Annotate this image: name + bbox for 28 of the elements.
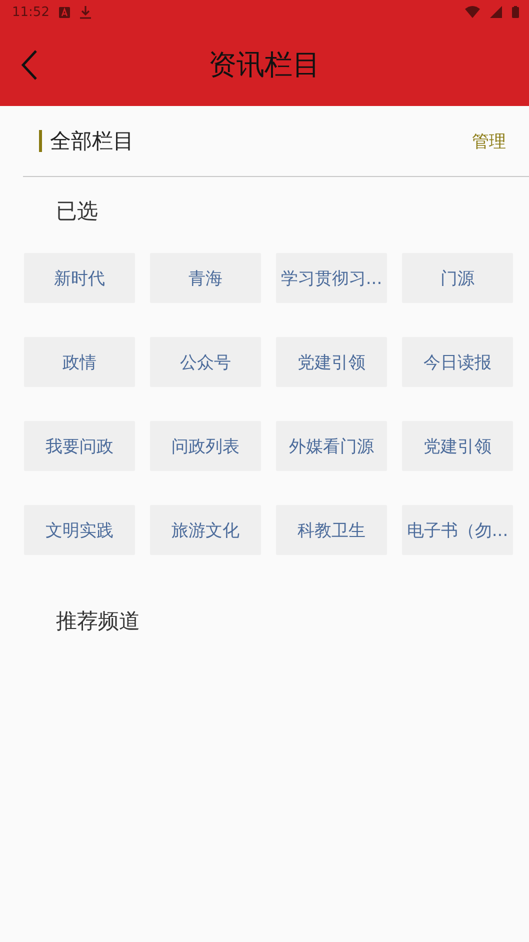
channel-tag[interactable]: 门源 [402,253,513,303]
channel-tag[interactable]: 青海 [150,253,261,303]
channel-tag[interactable]: 我要问政 [24,421,135,471]
channel-tag[interactable]: 今日读报 [402,337,513,387]
group-title: 已选 [56,198,98,225]
wifi-icon [465,6,480,18]
status-time: 11:52 [12,4,50,20]
channel-tag[interactable]: 公众号 [150,337,261,387]
download-icon [80,6,92,18]
group-title: 推荐频道 [56,608,140,635]
channel-tag[interactable]: 旅游文化 [150,505,261,555]
channel-tag[interactable]: 党建引领 [276,337,387,387]
signal-icon [490,6,502,18]
page-title: 资讯栏目 [208,48,320,81]
channel-tag[interactable]: 电子书（勿... [402,505,513,555]
section-title: 全部栏目 [50,128,135,155]
battery-icon [512,6,519,18]
channel-tag[interactable]: 文明实践 [24,505,135,555]
manage-button[interactable]: 管理 [472,130,506,152]
channel-tag[interactable]: 新时代 [24,253,135,303]
channel-tag[interactable]: 外媒看门源 [276,421,387,471]
channel-tag[interactable]: 科教卫生 [276,505,387,555]
channel-tag[interactable]: 学习贯彻习... [276,253,387,303]
keyboard-icon [59,6,70,18]
section-marker [39,130,42,152]
channel-tag[interactable]: 党建引领 [402,421,513,471]
channel-tag[interactable]: 问政列表 [150,421,261,471]
channel-tag[interactable]: 政情 [24,337,135,387]
